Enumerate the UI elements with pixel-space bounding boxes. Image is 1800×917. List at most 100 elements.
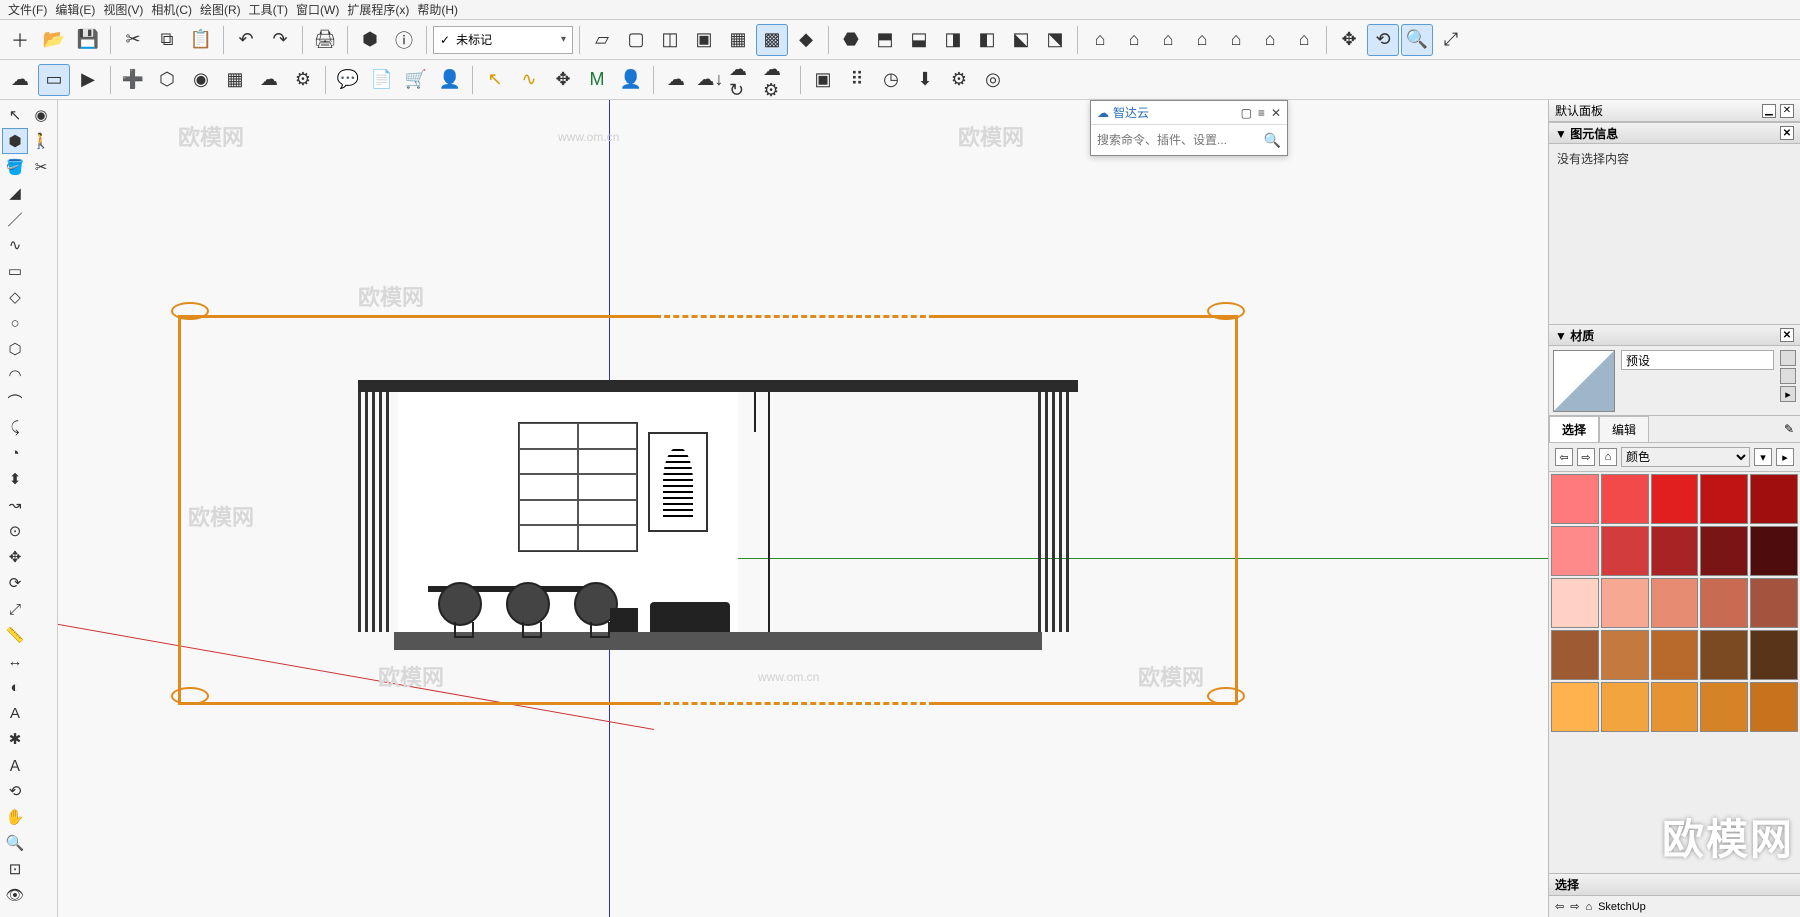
cursor-icon[interactable]: ↖ xyxy=(479,64,511,96)
tab-edit[interactable]: 编辑 xyxy=(1599,416,1649,442)
eyedropper-icon[interactable]: ✎ xyxy=(1784,422,1794,436)
camera-icon[interactable]: ▶ xyxy=(72,64,104,96)
cloud-down-icon[interactable]: ☁↓ xyxy=(694,64,726,96)
hex-icon[interactable]: ⬡ xyxy=(151,64,183,96)
detail-menu-icon[interactable]: ▸ xyxy=(1776,448,1794,466)
bottom-icon[interactable]: ⬔ xyxy=(1039,24,1071,56)
followme-icon[interactable]: ↝ xyxy=(2,492,28,518)
swatch[interactable] xyxy=(1750,682,1798,732)
text-icon[interactable]: A xyxy=(2,700,28,726)
swatch[interactable] xyxy=(1700,474,1748,524)
menu-edit[interactable]: 编辑(E) xyxy=(55,1,95,18)
select-footer[interactable]: 选择 xyxy=(1549,873,1800,895)
new-file-icon[interactable]: ＋ xyxy=(4,24,36,56)
maximize-icon[interactable]: ▢ xyxy=(1241,106,1252,120)
dimension-icon[interactable]: ↔ xyxy=(2,648,28,674)
menu-window[interactable]: 窗口(W) xyxy=(296,1,339,18)
swatch[interactable] xyxy=(1651,474,1699,524)
pan-tool-icon[interactable]: ✋ xyxy=(2,804,28,830)
protractor-icon[interactable]: ◐ xyxy=(2,674,28,700)
axes-icon[interactable]: ✱ xyxy=(2,726,28,752)
move-tool-icon[interactable]: ✥ xyxy=(2,544,28,570)
doc-icon[interactable]: 📄 xyxy=(366,64,398,96)
material-thumb[interactable] xyxy=(1553,350,1615,412)
rectangle-icon[interactable]: ▭ xyxy=(2,258,28,284)
checker-icon[interactable]: ▦ xyxy=(219,64,251,96)
cloud-sync-icon[interactable]: ☁ xyxy=(660,64,692,96)
print-icon[interactable]: 🖨 xyxy=(309,24,341,56)
nodes-icon[interactable]: ⠿ xyxy=(841,64,873,96)
clock-icon[interactable]: ◷ xyxy=(875,64,907,96)
back-icon[interactable]: ◧ xyxy=(971,24,1003,56)
zoom-window-icon[interactable]: ⊡ xyxy=(2,856,28,882)
menu-draw[interactable]: 绘图(R) xyxy=(200,1,241,18)
paint-bucket-icon[interactable]: 🪣 xyxy=(2,154,28,180)
pushpull-icon[interactable]: ⬍ xyxy=(2,466,28,492)
add-circle-icon[interactable]: ➕ xyxy=(117,64,149,96)
material-name-input[interactable] xyxy=(1621,350,1774,370)
component-tool-icon[interactable]: ⬢ xyxy=(2,128,28,154)
save-file-icon[interactable]: 💾 xyxy=(72,24,104,56)
walk-icon[interactable]: 🚶 xyxy=(28,128,54,154)
close-icon[interactable]: ✕ xyxy=(1780,328,1794,342)
monochrome-icon[interactable]: ▩ xyxy=(756,24,788,56)
model-info-icon[interactable]: ⬢ xyxy=(354,24,386,56)
paste-icon[interactable]: 📋 xyxy=(185,24,217,56)
swatch[interactable] xyxy=(1750,578,1798,628)
menu-camera[interactable]: 相机(C) xyxy=(151,1,192,18)
style-icon[interactable]: ◆ xyxy=(790,24,822,56)
zoom-icon[interactable]: 🔍 xyxy=(1401,24,1433,56)
match-icon[interactable]: M xyxy=(581,64,613,96)
redo-icon[interactable]: ↷ xyxy=(264,24,296,56)
front-icon[interactable]: ⬓ xyxy=(903,24,935,56)
iso-icon[interactable]: ⬣ xyxy=(835,24,867,56)
minimize-icon[interactable]: ▁ xyxy=(1762,104,1776,118)
circle-icon[interactable]: ○ xyxy=(2,310,28,336)
nav-back-icon[interactable]: ⇦ xyxy=(1555,448,1573,466)
freehand-icon[interactable]: ∿ xyxy=(2,232,28,258)
settings-icon[interactable]: ⚙ xyxy=(943,64,975,96)
person-icon[interactable]: 👤 xyxy=(615,64,647,96)
swatch[interactable] xyxy=(1601,474,1649,524)
default-front-icon[interactable] xyxy=(1780,350,1796,366)
swatch[interactable] xyxy=(1651,682,1699,732)
rotate-tool-icon[interactable]: ⟳ xyxy=(2,570,28,596)
scale-tool-icon[interactable]: ⤢ xyxy=(2,596,28,622)
swatch[interactable] xyxy=(1601,578,1649,628)
swatch[interactable] xyxy=(1551,682,1599,732)
close-icon[interactable]: ✕ xyxy=(1271,106,1281,120)
close-icon[interactable]: ✕ xyxy=(1780,126,1794,140)
entity-info-header[interactable]: ▼ 图元信息 ✕ xyxy=(1549,122,1800,144)
plugin-cloud-icon[interactable]: ☁ xyxy=(4,64,36,96)
offset-icon[interactable]: ⊙ xyxy=(2,518,28,544)
swatch[interactable] xyxy=(1700,630,1748,680)
menu-view[interactable]: 视图(V) xyxy=(103,1,143,18)
swatch[interactable] xyxy=(1551,578,1599,628)
move-arrows-icon[interactable]: ✥ xyxy=(547,64,579,96)
cloud-refresh-icon[interactable]: ☁↻ xyxy=(728,64,760,96)
swatch[interactable] xyxy=(1700,526,1748,576)
section-handle-icon[interactable] xyxy=(1207,302,1245,320)
nav-home-icon[interactable]: ⌂ xyxy=(1599,448,1617,466)
swatch[interactable] xyxy=(1750,526,1798,576)
shaded-tex-icon[interactable]: ▦ xyxy=(722,24,754,56)
swatch[interactable] xyxy=(1551,474,1599,524)
menu-help[interactable]: 帮助(H) xyxy=(417,1,458,18)
wireframe-icon[interactable]: ▢ xyxy=(620,24,652,56)
orbit-tool-icon[interactable]: ⟲ xyxy=(2,778,28,804)
open-file-icon[interactable]: 📂 xyxy=(38,24,70,56)
model-room[interactable] xyxy=(358,380,1078,650)
zoom-tool-icon[interactable]: 🔍 xyxy=(2,830,28,856)
top-icon[interactable]: ⬒ xyxy=(869,24,901,56)
rotated-rect-icon[interactable]: ◇ xyxy=(2,284,28,310)
cut-icon[interactable]: ✂ xyxy=(117,24,149,56)
3dtext-icon[interactable]: Ａ xyxy=(2,752,28,778)
house-2-icon[interactable]: ⌂ xyxy=(1118,24,1150,56)
swatch[interactable] xyxy=(1601,682,1649,732)
swatch[interactable] xyxy=(1700,578,1748,628)
user-icon[interactable]: 👤 xyxy=(434,64,466,96)
viewport-3d[interactable]: 欧模网 www.om.cn 欧模网 欧模网 欧模网 欧模网 www.om.cn … xyxy=(58,100,1548,917)
arc-icon[interactable]: ◠ xyxy=(2,362,28,388)
tab-select[interactable]: 选择 xyxy=(1549,416,1599,442)
nav-back-icon[interactable]: ⇦ xyxy=(1555,900,1564,913)
